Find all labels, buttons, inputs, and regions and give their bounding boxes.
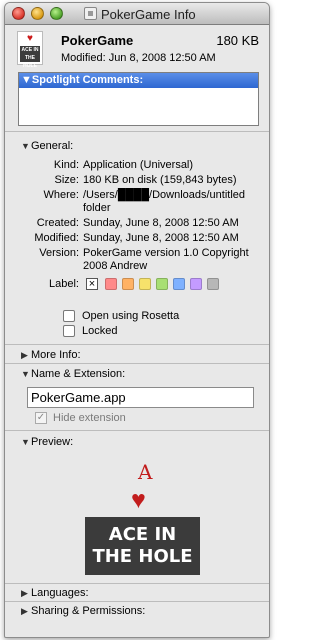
label-red-swatch[interactable] xyxy=(105,278,117,290)
title-bar[interactable]: PokerGame Info xyxy=(5,3,269,25)
divider xyxy=(5,601,269,602)
preview-section-toggle[interactable]: ▼Preview: xyxy=(21,436,73,449)
info-window-icon xyxy=(84,7,97,20)
disclosure-expanded-icon: ▼ xyxy=(21,369,30,379)
size-label: Size: xyxy=(54,174,79,186)
app-icon: ♥ ACE IN THE HOLE xyxy=(17,31,43,69)
where-value-line2: folder xyxy=(83,202,111,214)
ace-in-the-hole-logo-icon: ACE IN THE HOLE xyxy=(20,46,40,69)
disclosure-collapsed-icon: ▶ xyxy=(21,588,28,598)
zoom-button[interactable] xyxy=(50,7,63,20)
label-yellow-swatch[interactable] xyxy=(139,278,151,290)
spotlight-comments-header[interactable]: ▼Spotlight Comments: xyxy=(19,73,258,88)
kind-value: Application (Universal) xyxy=(83,159,194,171)
minimize-button[interactable] xyxy=(31,7,44,20)
open-using-rosetta-label[interactable]: Open using Rosetta xyxy=(82,310,179,323)
preview-label: Preview: xyxy=(31,436,74,448)
label-none-button[interactable]: × xyxy=(86,278,98,290)
more-info-section-toggle[interactable]: ▶ More Info: xyxy=(21,349,81,362)
divider xyxy=(5,430,269,431)
close-button[interactable] xyxy=(12,7,25,20)
disclosure-expanded-icon: ▼ xyxy=(21,74,32,86)
name-extension-label: Name & Extension: xyxy=(31,368,126,380)
version-value-line2: 2008 Andrew xyxy=(83,260,148,272)
general-section-toggle[interactable]: ▼General: xyxy=(21,140,73,153)
preview-logo-line1: ACE IN xyxy=(108,524,177,545)
label-label: Label: xyxy=(49,278,79,290)
hide-extension-checkbox[interactable]: ✓ xyxy=(35,412,47,424)
preview-card-image: A ♥ xyxy=(127,452,157,516)
filename-input[interactable]: PokerGame.app xyxy=(27,387,254,408)
heart-icon: ♥ xyxy=(131,486,146,514)
heart-icon: ♥ xyxy=(27,33,33,44)
locked-checkbox[interactable] xyxy=(63,325,75,337)
divider xyxy=(5,344,269,345)
file-header: ♥ ACE IN THE HOLE PokerGame 180 KB Modifi… xyxy=(5,25,269,70)
label-blue-swatch[interactable] xyxy=(173,278,185,290)
where-label: Where: xyxy=(43,189,79,201)
divider xyxy=(5,583,269,584)
disclosure-expanded-icon: ▼ xyxy=(21,437,30,447)
locked-label[interactable]: Locked xyxy=(82,325,117,338)
disclosure-collapsed-icon: ▶ xyxy=(21,350,28,360)
sharing-permissions-label: Sharing & Permissions: xyxy=(31,605,146,617)
label-orange-swatch[interactable] xyxy=(122,278,134,290)
size-value: 180 KB on disk (159,843 bytes) xyxy=(83,174,237,186)
general-label: General: xyxy=(31,140,74,152)
divider xyxy=(5,363,269,364)
sharing-permissions-section-toggle[interactable]: ▶ Sharing & Permissions: xyxy=(21,605,145,618)
app-size: 180 KB xyxy=(216,33,259,48)
kind-label: Kind: xyxy=(53,159,79,171)
more-info-label: More Info: xyxy=(31,349,81,361)
app-modified: Modified: Jun 8, 2008 12:50 AM xyxy=(61,52,216,64)
version-value-line1: PokerGame version 1.0 Copyright xyxy=(83,247,249,259)
languages-label: Languages: xyxy=(31,587,89,599)
label-gray-swatch[interactable] xyxy=(207,278,219,290)
app-name: PokerGame xyxy=(61,33,134,48)
created-label: Created: xyxy=(36,217,79,229)
label-purple-swatch[interactable] xyxy=(190,278,202,290)
name-extension-section-toggle[interactable]: ▼Name & Extension: xyxy=(21,368,125,381)
label-green-swatch[interactable] xyxy=(156,278,168,290)
preview-logo-line2: THE HOLE xyxy=(92,546,193,567)
get-info-window: PokerGame Info ♥ ACE IN THE HOLE PokerGam… xyxy=(4,2,270,638)
disclosure-collapsed-icon: ▶ xyxy=(21,606,28,616)
preview-logo-image: ACE IN THE HOLE xyxy=(85,517,200,575)
spotlight-comments-label: Spotlight Comments: xyxy=(31,74,144,86)
hide-extension-label[interactable]: Hide extension xyxy=(53,412,126,425)
created-value: Sunday, June 8, 2008 12:50 AM xyxy=(83,217,239,229)
divider xyxy=(5,131,269,132)
card-rank: A xyxy=(138,460,153,484)
modified-label: Modified: xyxy=(34,232,79,244)
spotlight-comments-field[interactable]: ▼Spotlight Comments: xyxy=(18,72,259,126)
window-title: PokerGame Info xyxy=(101,7,196,22)
version-label: Version: xyxy=(39,247,79,259)
languages-section-toggle[interactable]: ▶ Languages: xyxy=(21,587,89,600)
where-value-line1: /Users/████/Downloads/untitled xyxy=(83,189,246,201)
open-using-rosetta-checkbox[interactable] xyxy=(63,310,75,322)
disclosure-expanded-icon: ▼ xyxy=(21,141,30,151)
modified-value: Sunday, June 8, 2008 12:50 AM xyxy=(83,232,239,244)
